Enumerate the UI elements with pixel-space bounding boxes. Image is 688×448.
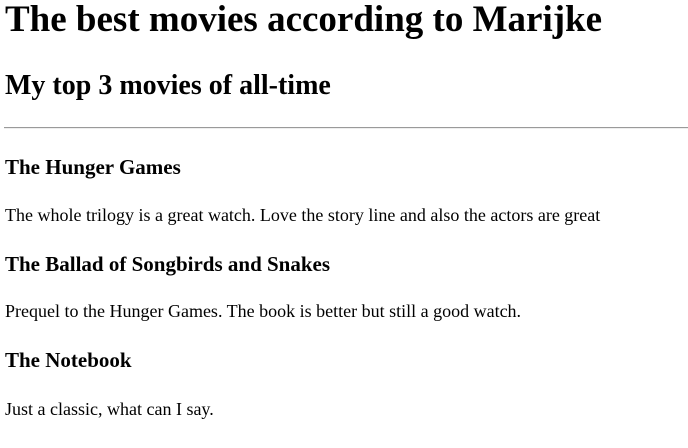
page: The best movies according to Marijke My … — [0, 0, 688, 448]
movie-title-notebook: The Notebook — [5, 348, 132, 372]
movie-description-ballad-songbirds-snakes: Prequel to the Hunger Games. The book is… — [5, 301, 522, 321]
movie-description-hunger-games: The whole trilogy is a great watch. Love… — [5, 205, 601, 225]
movie-title-hunger-games: The Hunger Games — [5, 155, 181, 179]
page-subtitle: My top 3 movies of all-time — [5, 70, 331, 101]
movie-description-notebook: Just a classic, what can I say. — [5, 399, 214, 419]
movie-title-ballad-songbirds-snakes: The Ballad of Songbirds and Snakes — [5, 252, 331, 276]
page-title: The best movies according to Marijke — [5, 0, 603, 40]
divider — [4, 127, 688, 129]
